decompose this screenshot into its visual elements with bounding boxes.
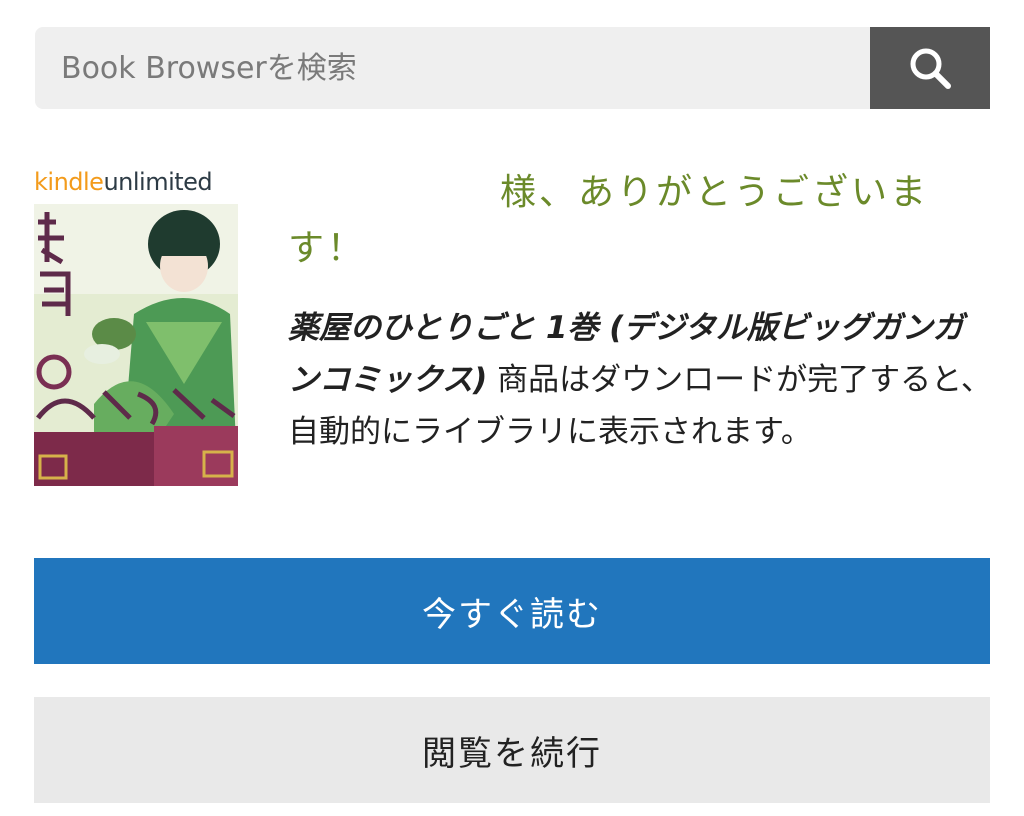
thank-you-message: 様、ありがとうございます！ [288, 172, 930, 269]
search-input[interactable] [35, 27, 870, 109]
download-message: 薬屋のひとりごと 1巻 (デジタル版ビッグガンガンコミックス) 商品はダウンロー… [288, 302, 993, 458]
book-cover: kindleunlimited [34, 160, 238, 486]
kindle-unlimited-logo: kindleunlimited [34, 160, 238, 204]
search-bar [35, 27, 990, 109]
logo-kindle-text: kindle [34, 168, 104, 196]
search-button[interactable] [870, 27, 990, 109]
search-icon [910, 48, 951, 89]
logo-unlimited-text: unlimited [103, 168, 213, 196]
read-now-button[interactable]: 今すぐ読む [34, 558, 990, 664]
continue-browsing-button[interactable]: 閲覧を続行 [34, 697, 990, 803]
cover-artwork [34, 204, 238, 486]
